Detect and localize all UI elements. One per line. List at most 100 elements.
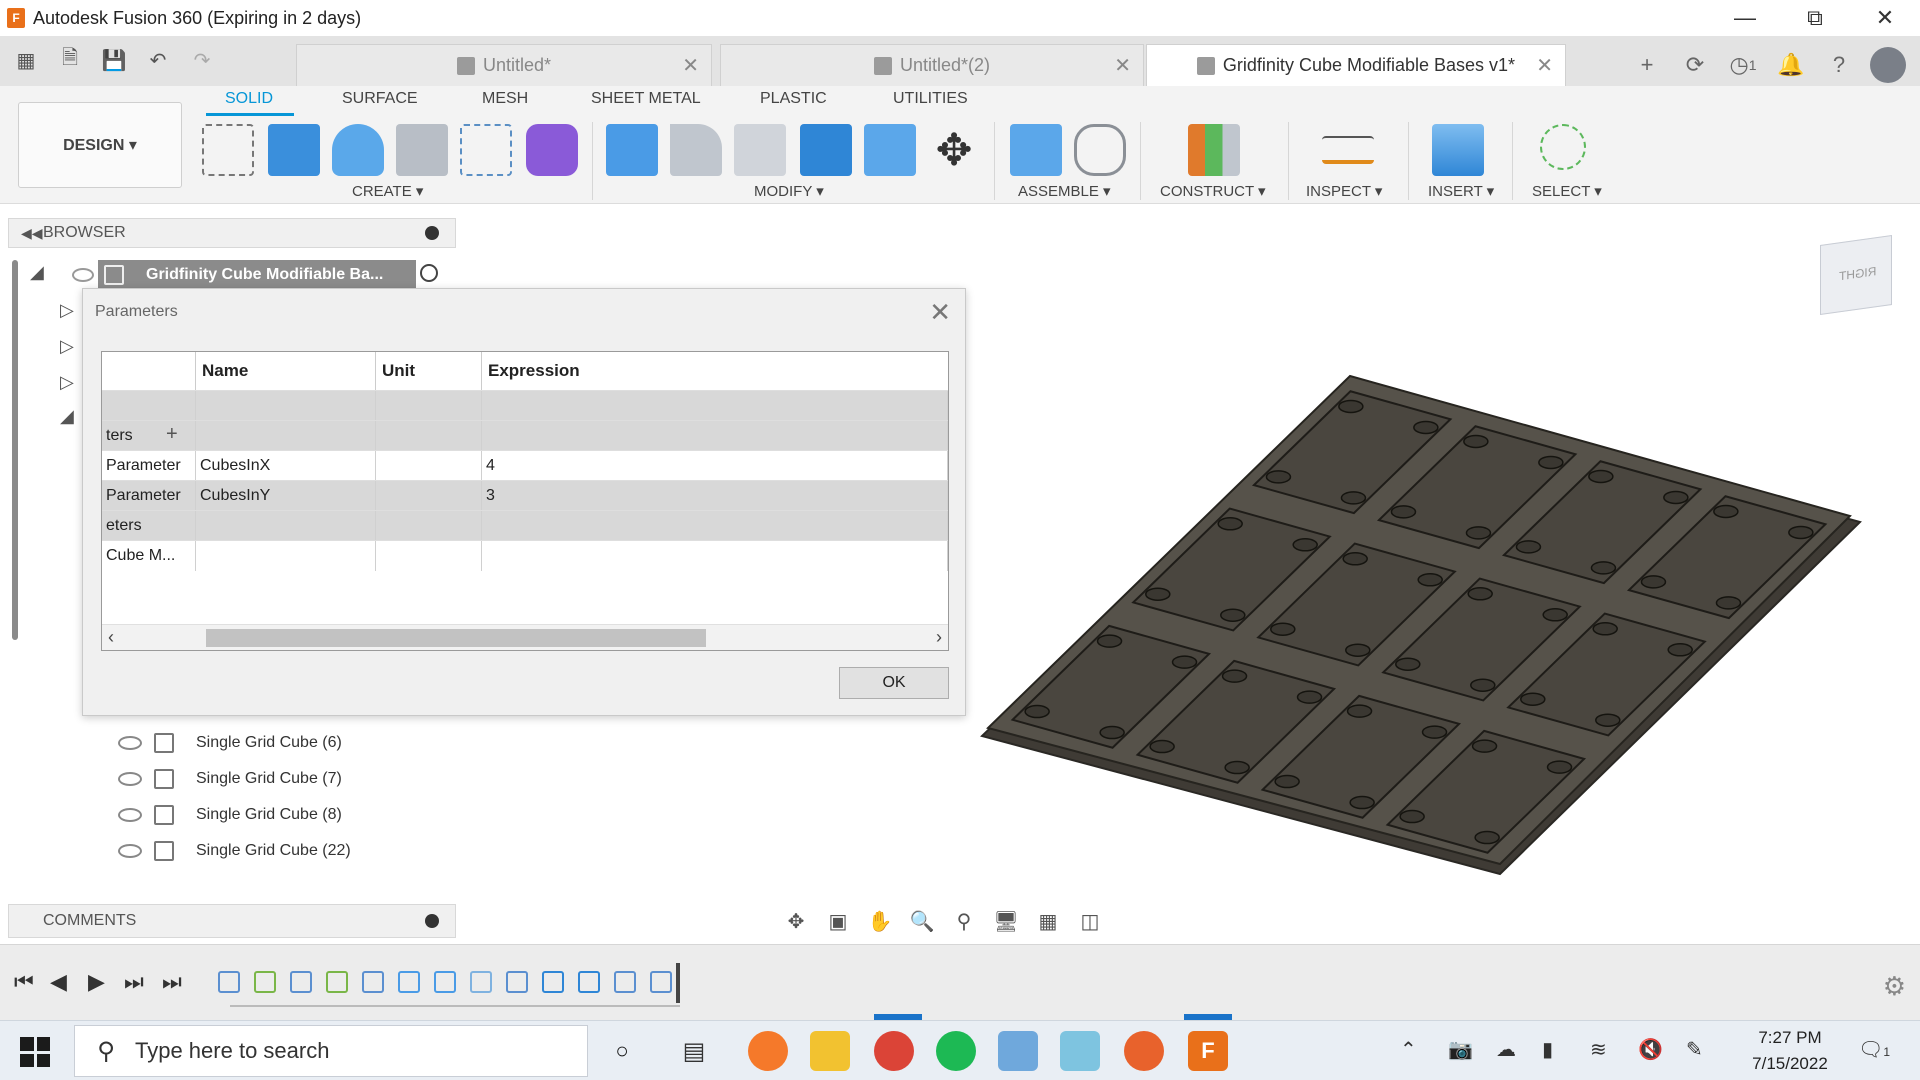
blender-icon[interactable] <box>748 1031 788 1071</box>
parameter-row[interactable]: ters + <box>102 420 948 451</box>
param-expression-cell[interactable] <box>482 541 948 571</box>
display-settings-icon[interactable]: 🖥 <box>990 907 1022 935</box>
close-window-button[interactable]: ✕ <box>1850 0 1920 36</box>
comments-pin-icon[interactable] <box>425 914 439 928</box>
extrude-icon[interactable] <box>268 124 320 176</box>
chrome-icon[interactable] <box>874 1031 914 1071</box>
cortana-icon[interactable]: ○ <box>602 1031 642 1071</box>
go-to-end-icon[interactable]: ⏭ <box>162 969 182 995</box>
show-hidden-icons-chevron-icon[interactable]: ⌃ <box>1400 1037 1417 1062</box>
timeline-feature-icon[interactable] <box>542 971 564 993</box>
taskbar-clock[interactable]: 7:27 PM 7/15/2022 <box>1740 1025 1840 1077</box>
column-header-unit[interactable]: Unit <box>376 352 482 390</box>
scrollbar-thumb[interactable] <box>206 629 706 647</box>
timeline-feature-icon[interactable] <box>434 971 456 993</box>
expand-node-icon[interactable]: ◢ <box>60 406 74 427</box>
pan-hand-icon[interactable]: ✋ <box>864 907 896 935</box>
fit-zoom-icon[interactable]: ⚲ <box>948 907 980 935</box>
close-tab-icon[interactable]: ✕ <box>682 53 699 78</box>
parameter-row[interactable]: Parameter CubesInY 3 <box>102 480 948 511</box>
onedrive-icon[interactable]: ☁ <box>1496 1037 1516 1062</box>
assemble-menu[interactable]: ASSEMBLE ▾ <box>1018 182 1111 200</box>
parameter-row[interactable]: eters <box>102 510 948 541</box>
hole-icon[interactable] <box>396 124 448 176</box>
tab-plastic[interactable]: PLASTIC <box>760 90 827 108</box>
play-icon[interactable]: ▶ <box>88 969 105 995</box>
measure-icon[interactable] <box>1322 136 1374 164</box>
scroll-right-icon[interactable]: › <box>936 627 942 648</box>
param-expression-cell[interactable]: 3 <box>482 481 948 511</box>
browser-scrollbar[interactable] <box>12 260 18 640</box>
browser-item[interactable]: Single Grid Cube (7) <box>116 764 370 794</box>
wifi-icon[interactable]: ≋ <box>1590 1037 1607 1062</box>
battery-icon[interactable]: ▮ <box>1542 1037 1553 1062</box>
modify-menu[interactable]: MODIFY ▾ <box>754 182 824 200</box>
pen-icon[interactable]: ✎ <box>1686 1037 1703 1062</box>
ok-button[interactable]: OK <box>839 667 949 699</box>
move-icon[interactable]: ✥ <box>928 124 980 176</box>
tab-solid[interactable]: SOLID <box>225 90 273 108</box>
help-icon[interactable]: ? <box>1822 48 1856 82</box>
data-panel-grid-icon[interactable]: ▦ <box>8 44 44 76</box>
column-header-expression[interactable]: Expression <box>482 352 948 390</box>
combine-icon[interactable] <box>800 124 852 176</box>
tab-surface[interactable]: SURFACE <box>342 90 418 108</box>
comments-panel-header[interactable]: COMMENTS <box>8 904 456 938</box>
visibility-eye-icon[interactable] <box>118 736 142 750</box>
dialog-close-icon[interactable]: ✕ <box>929 297 951 328</box>
volume-muted-icon[interactable]: 🔇 <box>1638 1037 1663 1062</box>
tab-untitled-2[interactable]: Untitled*(2) ✕ <box>720 44 1144 86</box>
job-status-icon[interactable]: ◷ 1 <box>1726 48 1760 82</box>
step-back-icon[interactable]: ◀ <box>50 969 67 995</box>
undo-icon[interactable]: ↶ <box>140 44 176 76</box>
taskbar-search-box[interactable]: ⚲ Type here to search <box>74 1025 588 1077</box>
timeline-feature-icon[interactable] <box>362 971 384 993</box>
task-view-icon[interactable]: ▤ <box>674 1031 714 1071</box>
parameter-row[interactable]: Parameter CubesInX 4 <box>102 450 948 481</box>
revolve-icon[interactable] <box>332 124 384 176</box>
inspect-menu[interactable]: INSPECT ▾ <box>1306 182 1382 200</box>
redo-icon[interactable]: ↷ <box>184 44 220 76</box>
step-forward-icon[interactable]: ⏭ <box>124 969 144 995</box>
orbit-icon[interactable]: ✥ <box>780 907 812 935</box>
add-parameter-plus-icon[interactable]: + <box>166 423 178 446</box>
visibility-eye-icon[interactable] <box>72 268 94 282</box>
visibility-eye-icon[interactable] <box>118 844 142 858</box>
offset-plane-icon[interactable] <box>1188 124 1240 176</box>
extensions-icon[interactable]: ⟳ <box>1678 48 1712 82</box>
select-icon[interactable] <box>1540 124 1586 170</box>
expand-node-icon[interactable]: ▷ <box>60 372 74 393</box>
save-icon[interactable]: 💾 <box>96 44 132 76</box>
timeline-feature-icon[interactable] <box>650 971 672 993</box>
fusion-taskbar-icon[interactable]: F <box>1188 1031 1228 1071</box>
offset-face-icon[interactable] <box>864 124 916 176</box>
minimize-button[interactable]: — <box>1710 0 1780 36</box>
pattern-icon[interactable] <box>460 124 512 176</box>
scroll-left-icon[interactable]: ‹ <box>108 627 114 648</box>
look-at-icon[interactable]: ▣ <box>822 907 854 935</box>
close-tab-icon[interactable]: ✕ <box>1114 53 1131 78</box>
create-sketch-icon[interactable] <box>202 124 254 176</box>
browser-item[interactable]: Single Grid Cube (6) <box>116 728 370 758</box>
meet-now-icon[interactable]: 📷 <box>1448 1037 1473 1062</box>
timeline-feature-icon[interactable] <box>506 971 528 993</box>
new-tab-plus-icon[interactable]: + <box>1630 48 1664 82</box>
press-pull-icon[interactable] <box>606 124 658 176</box>
timeline-feature-icon[interactable] <box>290 971 312 993</box>
timeline-feature-icon[interactable] <box>578 971 600 993</box>
expand-root-icon[interactable]: ◢ <box>30 262 44 283</box>
zoom-icon[interactable]: 🔍 <box>906 907 938 935</box>
browser-item[interactable]: Single Grid Cube (22) <box>116 836 370 866</box>
viewports-icon[interactable]: ◫ <box>1074 907 1106 935</box>
tab-gridfinity[interactable]: Gridfinity Cube Modifiable Bases v1* ✕ <box>1146 44 1566 86</box>
timeline-feature-icon[interactable] <box>614 971 636 993</box>
notifications-icon[interactable]: 🗨1 <box>1858 1037 1890 1062</box>
close-tab-icon[interactable]: ✕ <box>1536 53 1553 78</box>
parameter-row[interactable] <box>102 390 948 421</box>
horizontal-scrollbar[interactable]: ‹ › <box>102 624 948 650</box>
viewcube[interactable]: RIGHT <box>1820 234 1892 316</box>
param-expression-cell[interactable] <box>482 391 948 421</box>
joint-icon[interactable] <box>1074 124 1126 176</box>
workspace-switcher-button[interactable]: DESIGN ▾ <box>18 102 182 188</box>
paint-icon[interactable] <box>998 1031 1038 1071</box>
